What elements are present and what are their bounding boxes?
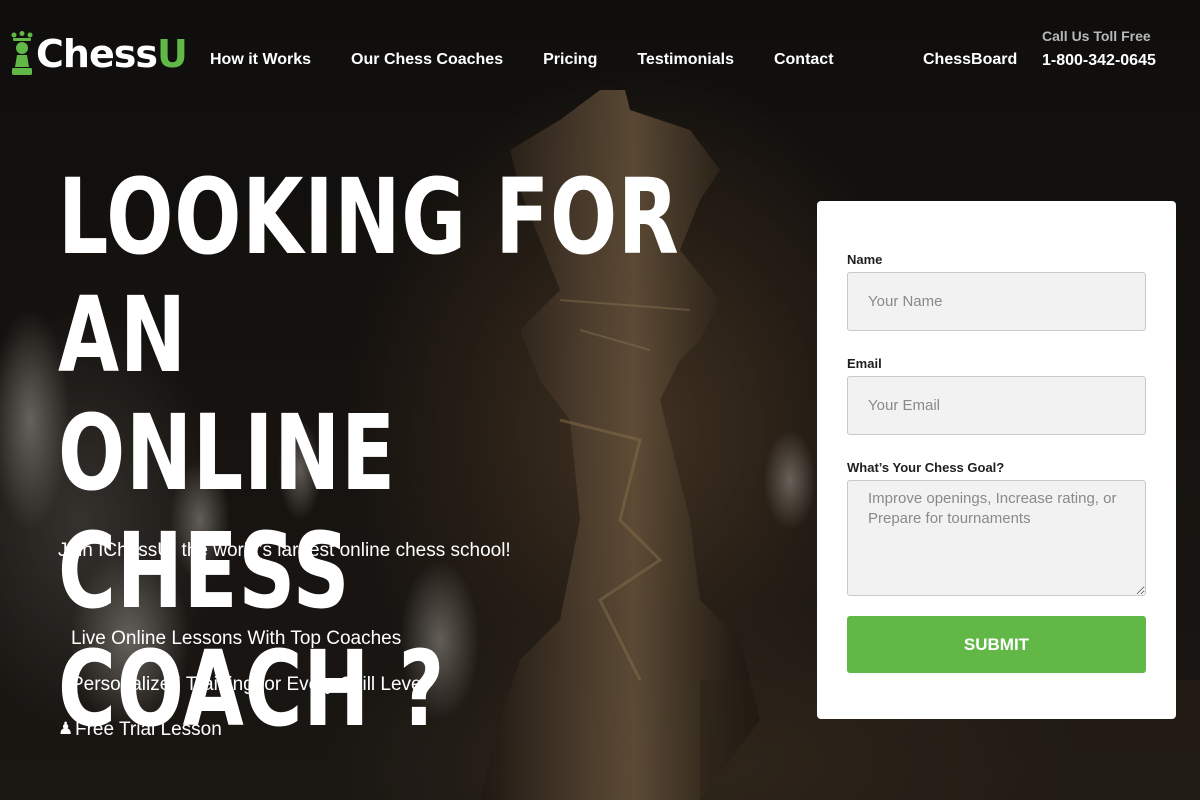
hero-subtitle: Join IChessU, the world’s largest online… xyxy=(58,540,511,561)
site-header: ChessU How it Works Our Chess Coaches Pr… xyxy=(0,0,1200,120)
feature-list: Live Online Lessons With Top Coaches Per… xyxy=(58,628,426,765)
feature-item: Personalized Training for Every Skill Le… xyxy=(58,674,426,720)
nav-link-chessboard[interactable]: ChessBoard xyxy=(923,51,1017,68)
name-input[interactable] xyxy=(847,272,1146,331)
secondary-nav: ChessBoard xyxy=(923,51,1017,69)
main-nav: How it Works Our Chess Coaches Pricing T… xyxy=(210,51,834,69)
goal-textarea[interactable] xyxy=(847,480,1146,596)
nav-link-testimonials[interactable]: Testimonials xyxy=(637,51,734,69)
missing-glyph-icon xyxy=(58,674,68,720)
nav-link-pricing[interactable]: Pricing xyxy=(543,51,597,69)
feature-text: Personalized Training for Every Skill Le… xyxy=(71,673,426,695)
chess-pawn-icon: ♟ xyxy=(58,719,74,739)
logo-wordmark: ChessU xyxy=(36,32,188,76)
phone-contact: Call Us Toll Free 1-800-342-0645 xyxy=(1042,28,1156,70)
nav-link-contact[interactable]: Contact xyxy=(774,51,834,69)
goal-label: What’s Your Chess Goal? xyxy=(847,460,1005,475)
logo-wordmark-accent: U xyxy=(156,32,188,76)
feature-item: Live Online Lessons With Top Coaches xyxy=(58,628,426,674)
nav-link-our-chess-coaches[interactable]: Our Chess Coaches xyxy=(351,51,503,69)
name-label: Name xyxy=(847,252,883,267)
nav-link-how-it-works[interactable]: How it Works xyxy=(210,51,311,69)
hero-title-line: ONLINE CHESS xyxy=(58,392,396,632)
email-input[interactable] xyxy=(847,376,1146,435)
logo[interactable]: ChessU xyxy=(10,30,188,78)
email-label: Email xyxy=(847,356,882,371)
feature-text: Free Trial Lesson xyxy=(75,719,222,740)
submit-button[interactable]: SUBMIT xyxy=(847,616,1146,673)
chess-pawn-logo-icon xyxy=(11,31,33,75)
signup-form: Name Email What’s Your Chess Goal? SUBMI… xyxy=(817,201,1176,719)
phone-number-link[interactable]: 1-800-342-0645 xyxy=(1042,52,1156,70)
missing-glyph-icon xyxy=(58,628,68,674)
logo-wordmark-main: Chess xyxy=(36,32,158,76)
feature-text: Live Online Lessons With Top Coaches xyxy=(71,628,402,649)
phone-caption: Call Us Toll Free xyxy=(1042,28,1151,44)
feature-item: ♟ Free Trial Lesson xyxy=(58,719,426,765)
hero-title-line: LOOKING FOR AN xyxy=(58,156,680,396)
